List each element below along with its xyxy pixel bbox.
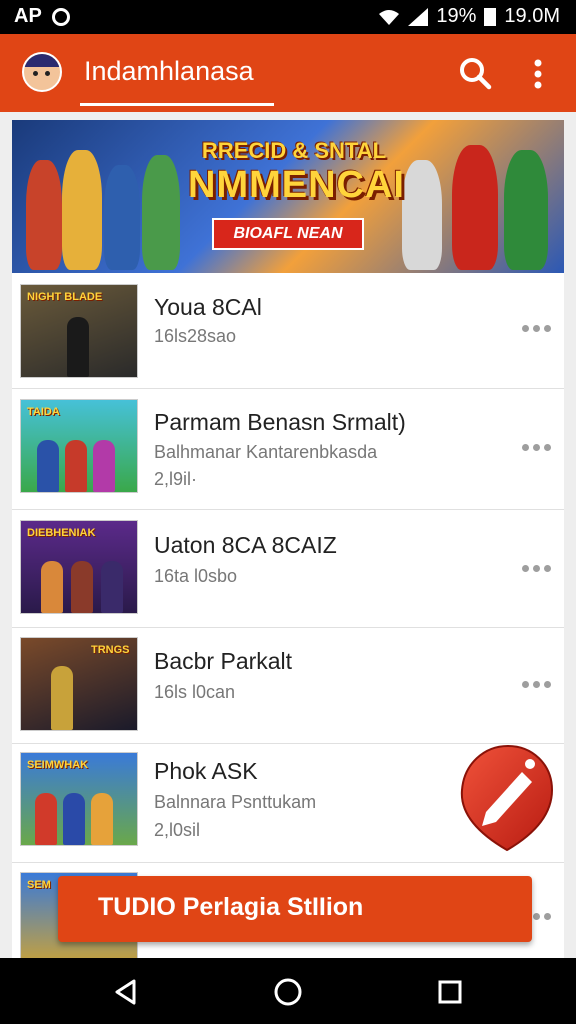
game-thumbnail: TAIDA (20, 399, 138, 493)
game-thumbnail: SEIMWHAK (20, 752, 138, 846)
game-title: Bacbr Parkalt (154, 648, 293, 674)
home-icon[interactable] (272, 976, 304, 1008)
game-thumbnail: NIGHT BLADE (20, 284, 138, 378)
snackbar-text: TUDIO Perlagia StIIion (98, 893, 364, 921)
more-vert-icon[interactable] (524, 56, 552, 92)
game-thumbnail: DIEBHENIAK (20, 520, 138, 614)
banner-ribbon: BIOAFL NEAN (212, 218, 364, 250)
more-options-icon[interactable] (520, 441, 552, 453)
wifi-icon (379, 9, 400, 25)
snackbar[interactable]: TUDIO Perlagia StIIion (58, 876, 532, 942)
list-item[interactable]: TAIDA Parmam Benasn Srmalt) Balhmanar Ka… (12, 389, 564, 510)
title-underline (80, 103, 274, 106)
app-bar: Indamhlanasa (0, 34, 576, 112)
list-item[interactable]: TRNGS Bacbr Parkalt 16ls l0can (12, 628, 564, 744)
banner-title: NMMENCAI (188, 164, 405, 206)
list-item[interactable]: DIEBHENIAK Uaton 8CA 8CAIZ 16ta l0sbo (12, 510, 564, 628)
battery-percent: 19% (436, 5, 477, 27)
battery-icon (484, 7, 497, 26)
game-thumbnail: TRNGS (20, 637, 138, 731)
search-icon[interactable] (456, 54, 496, 94)
signal-icon (408, 7, 429, 26)
game-subtitle: Balnnara Psnttukam (154, 792, 317, 812)
more-options-icon[interactable] (520, 562, 552, 574)
game-subtitle: 16ls28sao (154, 326, 237, 346)
avatar[interactable] (22, 52, 62, 92)
game-meta: 2,l0sil (154, 820, 201, 840)
clock: 19.0M (504, 5, 560, 27)
game-title: Parmam Benasn Srmalt) (154, 409, 406, 435)
game-title: Uaton 8CA 8CAIZ (154, 532, 337, 558)
game-subtitle: Balhmanar Kantarenbkasda (154, 442, 378, 462)
game-meta: 2,l9il· (154, 469, 198, 489)
game-title: Youa 8CAl (154, 294, 262, 320)
status-app-label: AP (14, 5, 42, 27)
more-options-icon[interactable] (520, 678, 552, 690)
back-icon[interactable] (112, 978, 140, 1006)
recents-icon[interactable] (436, 978, 464, 1006)
game-subtitle: 16ta l0sbo (154, 566, 238, 586)
system-nav-bar (0, 958, 576, 1024)
more-options-icon[interactable] (520, 322, 552, 334)
status-notification-icon (51, 7, 70, 26)
game-subtitle: 16ls l0can (154, 682, 236, 702)
game-title: Phok ASK (154, 758, 258, 784)
edit-pencil-icon[interactable] (458, 742, 556, 852)
featured-banner[interactable]: RRECID & SNTAL NMMENCAI BIOAFL NEAN (12, 120, 564, 273)
list-item[interactable]: NIGHT BLADE Youa 8CAl 16ls28sao (12, 278, 564, 389)
status-bar: AP 19% 19.0M (0, 0, 576, 34)
banner-headline: RRECID & SNTAL (201, 138, 387, 163)
app-title: Indamhlanasa (84, 56, 254, 86)
